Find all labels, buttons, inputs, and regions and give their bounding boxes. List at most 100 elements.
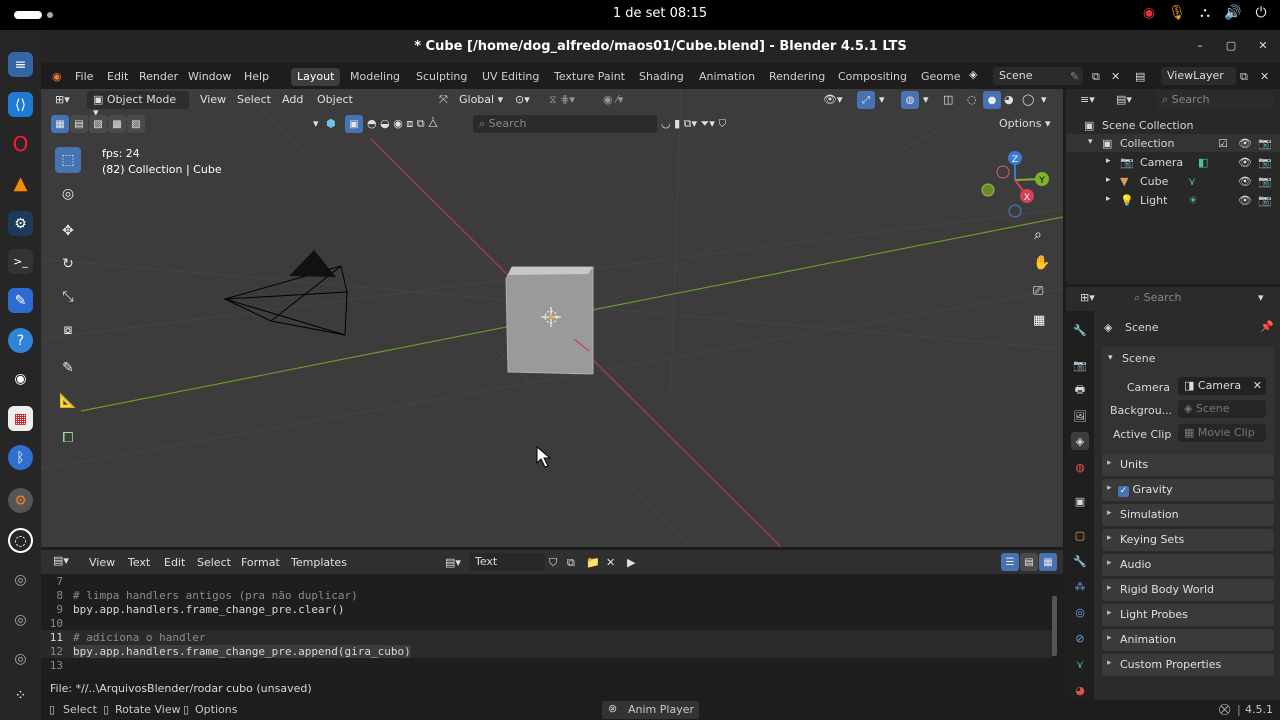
te-menu-templates[interactable]: Templates [291,556,347,569]
steam-icon[interactable]: ⚙ [8,211,33,236]
render-camera-icon[interactable]: 📷 [1258,194,1272,207]
power-icon[interactable]: ⏻ [1252,5,1270,21]
select-extend-mode-icon[interactable]: ▤ [70,115,88,133]
object-tab-icon[interactable]: ▢ [1071,526,1089,544]
disk-icon[interactable]: ◎ [8,567,33,592]
camera-object[interactable] [223,250,348,336]
new-scene-icon[interactable]: ⧉ [1092,70,1100,84]
outliner-display-mode-icon[interactable]: ▤▾ [1116,93,1132,106]
menu-file[interactable]: File [75,70,93,83]
vscode-icon[interactable]: ⟨⟩ [8,92,33,117]
filter-mesh-icon[interactable]: ▣ [345,115,363,133]
cursor-tool-icon[interactable]: ◎ [55,181,81,207]
menu-window[interactable]: Window [188,70,231,83]
calendar-app-icon[interactable]: ▦ [8,406,33,431]
ubuntu-pro-icon[interactable]: ◉ [1140,5,1158,21]
code-line[interactable]: bpy.app.handlers.frame_change_pre.clear(… [73,603,345,616]
code-line[interactable]: # limpa handlers antigos (pra não duplic… [73,589,358,602]
perspective-toggle-icon[interactable]: ▦ [1033,313,1045,328]
options-dropdown[interactable]: Options ▾ [993,115,1059,133]
unlink-text-icon[interactable]: ✕ [606,556,615,569]
rendered-shading-icon[interactable]: ◯ [1022,93,1034,106]
outliner-row-collection[interactable]: ▾ ▣ Collection ☑ 👁 📷 [1066,134,1280,152]
opera-icon[interactable]: O [8,131,33,156]
tool-tab-icon[interactable]: 🔧 [1071,321,1089,339]
panel-light-probes[interactable]: ▸ Light Probes [1102,604,1274,626]
menu-view[interactable]: View [200,93,226,106]
rotate-tool-icon[interactable]: ↻ [55,251,81,277]
render-camera-icon[interactable]: 📷 [1258,156,1272,169]
gizmo-toggle-icon[interactable]: ⤢ [857,91,875,109]
close-icon[interactable]: ✕ [1256,39,1270,53]
pin-icon[interactable]: 📌 [1260,320,1274,333]
tab-animation[interactable]: Animation [693,68,761,86]
select-intersect-mode-icon[interactable]: ▨ [127,115,145,133]
properties-search-field[interactable]: ⌕ Search [1128,289,1252,307]
filter-dropdown-icon[interactable]: ▾ [313,117,319,130]
panel-simulation[interactable]: ▸ Simulation [1102,504,1274,526]
measure-tool-icon[interactable]: 📐 [55,388,81,414]
active-clip-field[interactable]: ▦ Movie Clip [1178,424,1266,442]
orientation-icon[interactable]: ⤧ [439,93,448,107]
code-line[interactable]: # adiciona o handler [73,631,205,644]
blender-icon[interactable]: ⚙ [8,488,33,513]
delete-view-layer-icon[interactable]: ✕ [1260,70,1269,83]
system-tray[interactable]: ◉ 🎙 ⛬ 🔊 ⏻ [1140,5,1270,21]
scene-tab-icon[interactable]: ◈ [1071,432,1089,450]
properties-options-icon[interactable]: ▾ [1258,291,1264,304]
camera-data-icon[interactable]: ◧ [1198,156,1208,169]
te-menu-text[interactable]: Text [128,556,150,569]
select-subtract-mode-icon[interactable]: ▧ [89,115,107,133]
delete-scene-icon[interactable]: ✕ [1111,70,1120,83]
gizmo-dropdown-icon[interactable]: ▾ [879,93,885,106]
code-line[interactable]: bpy.app.handlers.frame_change_pre.append… [73,645,411,658]
syntax-highlight-toggle-icon[interactable]: ▦ [1039,553,1057,571]
disk-icon-3[interactable]: ◎ [8,646,33,671]
output-tab-icon[interactable]: 🖶 [1071,381,1089,399]
panel-units[interactable]: ▸ Units [1102,454,1274,476]
camera-view-icon[interactable]: ⎚ [1033,284,1043,299]
material-tab-icon[interactable]: ◕ [1071,681,1089,699]
scene-panel-title[interactable]: Scene [1122,352,1156,365]
camera-app-icon[interactable]: ◉ [8,366,33,391]
camera-field[interactable]: ◨ Camera ✕ [1178,377,1266,395]
word-wrap-toggle-icon[interactable]: ▤ [1020,553,1038,571]
outliner-row-camera[interactable]: ▸ 📷 Camera ◧ 👁 📷 [1066,153,1280,171]
vlc-icon[interactable]: ▲ [8,171,33,196]
outliner-row-cube[interactable]: ▸ ▼ Cube ⋎ 👁 📷 [1066,172,1280,190]
visibility-icon[interactable]: 👁▾ [823,93,843,106]
modifier-tab-icon[interactable]: 🔧 [1071,552,1089,570]
pivot-icon[interactable]: ⊙▾ [515,93,530,106]
system-clock[interactable]: 1 de set 08:15 [560,6,760,21]
network-icon[interactable]: ⛬ [1196,5,1214,21]
panel-custom-properties[interactable]: ▸ Custom Properties [1102,654,1274,676]
panel-animation[interactable]: ▸ Animation [1102,629,1274,651]
properties-editor-icon[interactable]: ⊞▾ [1080,291,1095,304]
outliner-search-field[interactable]: ⌕ Search [1156,91,1274,109]
object-filter-icon[interactable]: ⬢ [326,117,336,130]
material-shading-icon[interactable]: ◕ [1004,93,1014,106]
scale-tool-icon[interactable]: ⤡ [55,284,81,310]
bluetooth-icon[interactable]: ᛒ [8,445,33,470]
text-editor-type-icon[interactable]: ▤▾ [53,554,69,567]
physics-tab-icon[interactable]: ◎ [1071,603,1089,621]
fake-user-icon[interactable]: ⛉ [549,556,557,570]
scene-selector-icon[interactable]: ◈ [969,68,977,81]
editor-type-icon[interactable]: ⊞▾ [55,93,70,106]
minimize-icon[interactable]: – [1193,39,1207,53]
tab-texture-paint[interactable]: Texture Paint [548,68,631,86]
pin-icon[interactable]: ✎ [1070,70,1079,83]
mode-dropdown[interactable]: ▣ Object Mode ▾ [87,91,189,119]
constraints-tab-icon[interactable]: ⊘ [1071,629,1089,647]
activities-indicator[interactable] [14,11,42,19]
app-menu-icon[interactable]: ≡ [8,52,33,77]
gravity-checkbox[interactable]: ✓ [1118,486,1129,497]
move-tool-icon[interactable]: ✥ [55,218,81,244]
show-apps-icon[interactable]: ⁘ [8,683,33,708]
visibility-eye-icon[interactable]: 👁 [1238,175,1252,188]
te-menu-format[interactable]: Format [241,556,280,569]
tab-sculpting[interactable]: Sculpting [410,68,473,86]
render-tab-icon[interactable]: 📷 [1071,356,1089,374]
te-menu-edit[interactable]: Edit [164,556,185,569]
data-tab-icon[interactable]: ⋎ [1071,655,1089,673]
